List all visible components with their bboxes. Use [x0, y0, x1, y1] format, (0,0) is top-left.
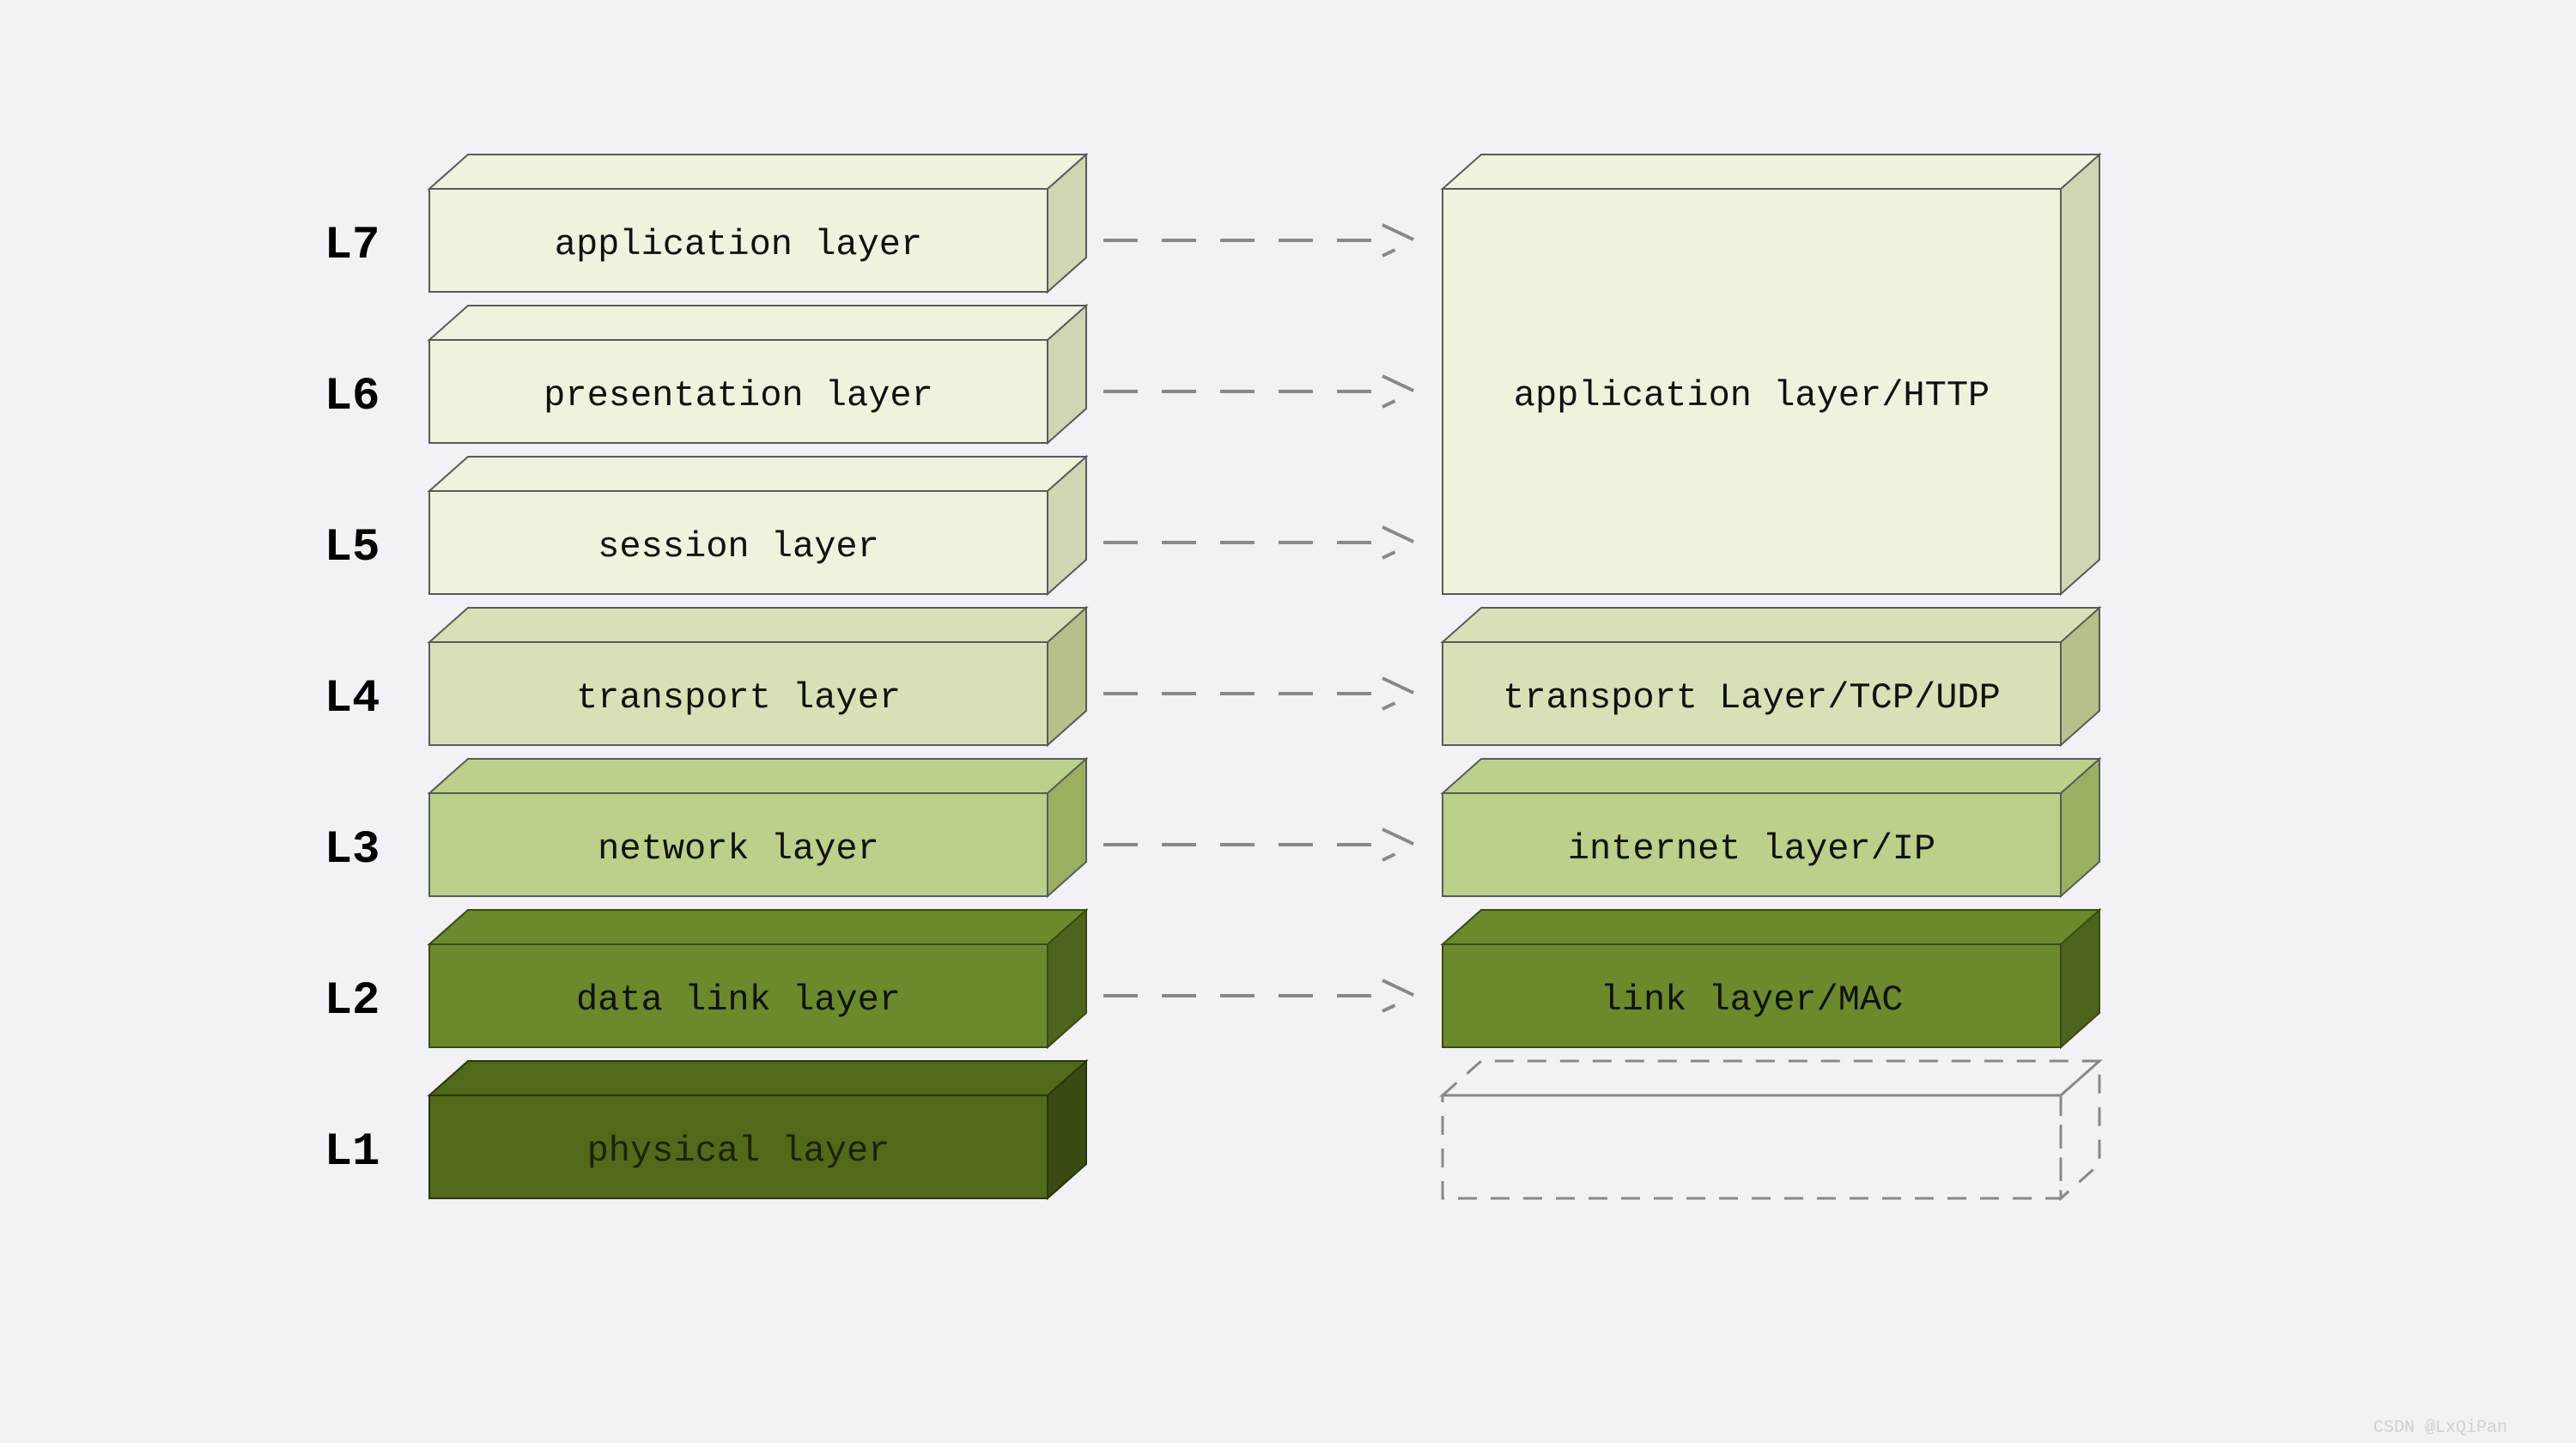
right-text-link: link layer/MAC — [1601, 979, 1904, 1021]
diagram-canvas: L7 L6 L5 L4 L3 L2 L1 physical layer data… — [0, 0, 2576, 1443]
right-box-link: link layer/MAC — [1443, 910, 2099, 1047]
left-text-L3: network layer — [598, 828, 879, 870]
left-text-L6: presentation layer — [544, 375, 933, 416]
right-box-internet: internet layer/IP — [1443, 759, 2099, 896]
left-text-L2: data link layer — [576, 979, 901, 1021]
left-box-L7: application layer — [429, 155, 1086, 292]
left-box-L1: physical layer — [429, 1061, 1086, 1198]
left-text-L1: physical layer — [587, 1131, 890, 1172]
watermark: CSDN @LxQiPan — [2373, 1418, 2507, 1438]
right-text-internet: internet layer/IP — [1568, 828, 1935, 870]
left-box-L3: network layer — [429, 759, 1086, 896]
left-box-L5: session layer — [429, 457, 1086, 594]
label-L6: L6 — [325, 371, 380, 423]
label-L2: L2 — [325, 975, 380, 1028]
right-box-empty — [1443, 1061, 2099, 1198]
left-box-L4: transport layer — [429, 608, 1086, 745]
label-L1: L1 — [325, 1126, 380, 1179]
left-box-L6: presentation layer — [429, 306, 1086, 443]
right-text-app: application layer/HTTP — [1514, 375, 1990, 416]
left-text-L7: application layer — [555, 224, 922, 265]
left-box-L2: data link layer — [429, 910, 1086, 1047]
label-L3: L3 — [325, 824, 380, 876]
left-text-L5: session layer — [598, 526, 879, 567]
arrows — [1103, 225, 1415, 1011]
right-text-transport: transport Layer/TCP/UDP — [1503, 677, 2001, 718]
right-box-app: application layer/HTTP — [1443, 155, 2099, 594]
label-L7: L7 — [325, 220, 380, 272]
left-text-L4: transport layer — [576, 677, 901, 718]
right-box-transport: transport Layer/TCP/UDP — [1443, 608, 2099, 745]
label-L4: L4 — [325, 673, 380, 725]
label-L5: L5 — [325, 522, 380, 574]
